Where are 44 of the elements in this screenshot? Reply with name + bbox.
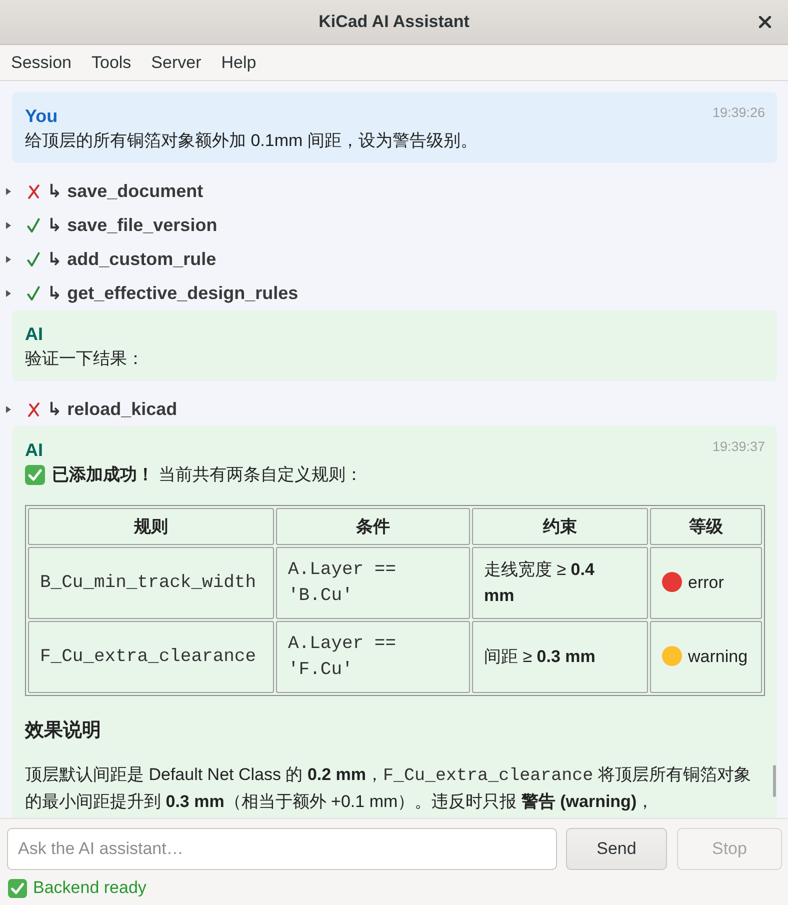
check-square-icon [25,465,45,485]
section-heading: 效果说明 [25,719,102,743]
timestamp: 19:39:26 [712,104,765,122]
column-header: 条件 [276,508,470,545]
close-icon [759,16,771,28]
paragraph-text: 顶层默认间距是 Default Net Class 的 0.2 mm，F_Cu_extra_clearance 将顶层所有铜箔对象的最小间距提升到 0.3 mm（相当于额外 +0.1 mm）。违反时只报 警告 (warning)， [25,764,752,813]
window-title: KiCad AI Assistant [318,12,470,32]
table-cell: A.Layer == 'B.Cu' [276,547,470,619]
expander-icon[interactable] [6,256,11,262]
severity-label: warning [688,647,748,666]
status-text: Backend ready [33,878,146,898]
column-header: 约束 [472,508,648,545]
table-cell: F_Cu_extra_clearance [28,621,274,693]
table-cell: B_Cu_min_track_width [28,547,274,619]
expander-icon[interactable] [6,222,11,228]
tool-call-name: ↳ get_effective_design_rules [47,282,298,304]
tool-call-name: ↳ add_custom_rule [47,248,216,270]
table-cell: 走线宽度 ≥ 0.4 mm [472,547,648,619]
table-cell: A.Layer == 'F.Cu' [276,621,470,693]
input-field[interactable]: Ask the AI assistant… [7,828,557,870]
message-text: 验证一下结果： [25,348,145,370]
column-header: 规则 [28,508,274,545]
menu-item[interactable]: Session [1,50,82,74]
sender-name: You [25,105,58,128]
tool-call-name: ↳ save_document [47,180,204,202]
close-button[interactable] [759,16,771,28]
expander-icon[interactable] [6,290,11,296]
message-text: 已添加成功！ 当前共有两条自定义规则： [52,464,363,486]
severity-label: error [688,573,724,592]
expander-icon[interactable] [6,406,11,412]
sender-name: AI [25,323,43,346]
timestamp: 19:39:37 [712,438,765,456]
message-text: 给顶层的所有铜箔对象额外加 0.1mm 间距，设为警告级别。 [25,130,478,152]
menu-item[interactable]: Server [141,50,212,74]
tool-call-name: ↳ reload_kicad [47,398,178,420]
send-button[interactable]: Send [566,828,667,870]
expander-icon[interactable] [6,188,11,194]
scrollbar-thumb[interactable] [773,765,776,797]
menu-item[interactable]: Tools [81,50,142,74]
column-header: 等级 [650,508,762,545]
menu-item[interactable]: Help [211,50,266,74]
tool-call-name: ↳ save_file_version [47,214,218,236]
table-cell: 间距 ≥ 0.3 mm [472,621,648,693]
sender-name: AI [25,439,43,462]
